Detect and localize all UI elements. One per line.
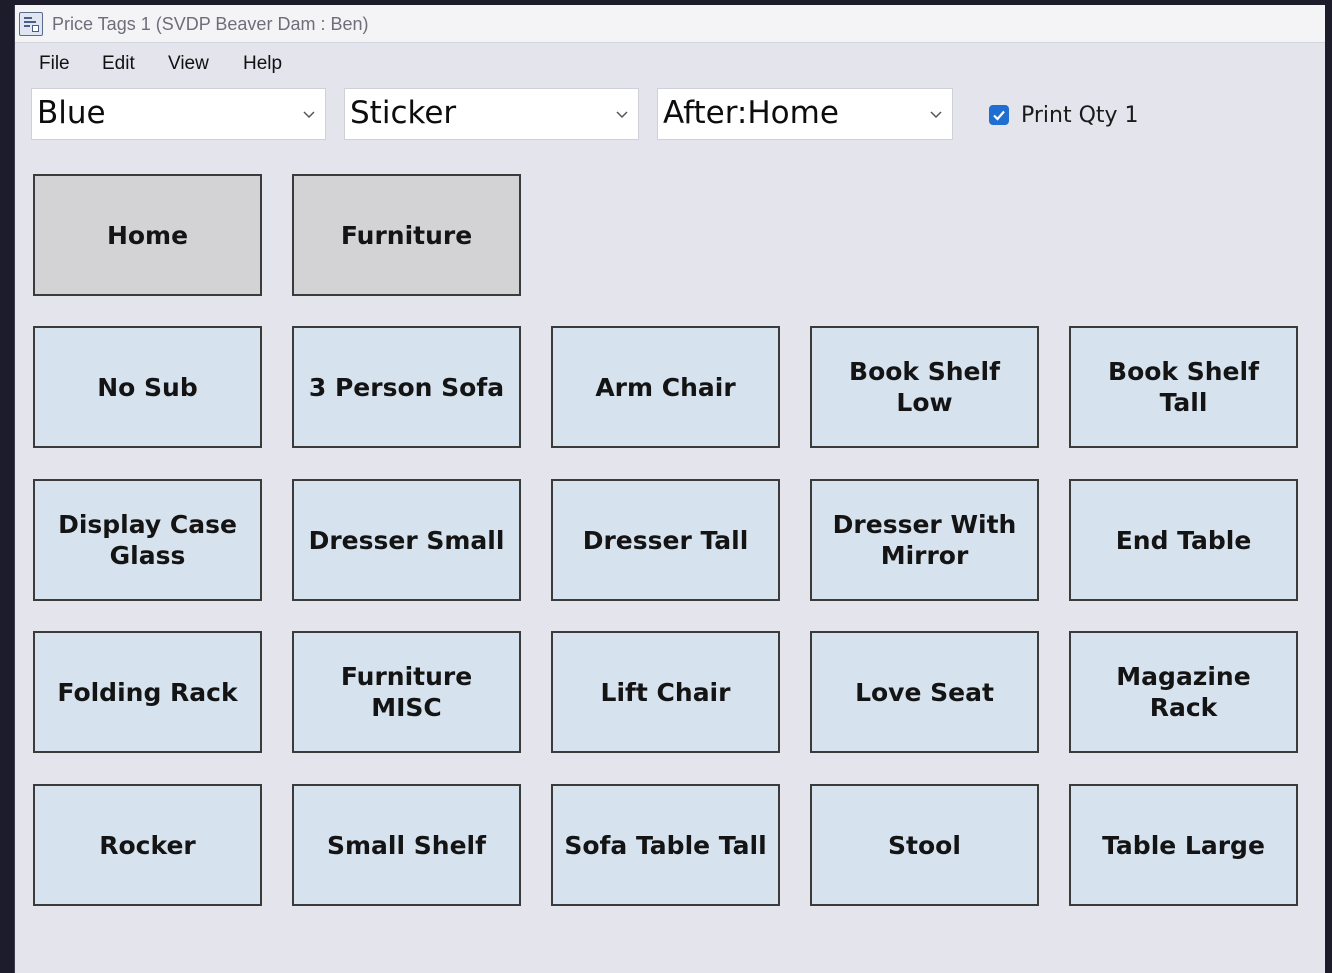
item-button[interactable]: Small Shelf [292, 784, 521, 906]
after-select-value: After:Home [663, 95, 839, 131]
item-button[interactable]: Rocker [33, 784, 262, 906]
item-button[interactable]: Sofa Table Tall [551, 784, 780, 906]
home-button[interactable]: Home [33, 174, 262, 296]
item-button[interactable]: 3 Person Sofa [292, 326, 521, 448]
item-button[interactable]: Dresser Tall [551, 479, 780, 601]
item-button[interactable]: Stool [810, 784, 1039, 906]
checkmark-icon [993, 110, 1005, 121]
app-icon [19, 12, 43, 36]
item-button[interactable]: Love Seat [810, 631, 1039, 753]
tag-type-select-value: Sticker [350, 95, 457, 131]
menu-view[interactable]: View [168, 53, 209, 75]
chevron-down-icon [616, 111, 628, 119]
chevron-down-icon [930, 111, 942, 119]
item-button[interactable]: No Sub [33, 326, 262, 448]
furniture-button[interactable]: Furniture [292, 174, 521, 296]
item-button[interactable]: Display Case Glass [33, 479, 262, 601]
menu-edit[interactable]: Edit [102, 53, 135, 75]
tag-type-select[interactable]: Sticker [344, 88, 639, 140]
item-button[interactable]: Table Large [1069, 784, 1298, 906]
item-button[interactable]: Lift Chair [551, 631, 780, 753]
menu-help[interactable]: Help [243, 53, 282, 75]
chevron-down-icon [303, 111, 315, 119]
item-button[interactable]: Dresser With Mirror [810, 479, 1039, 601]
title-bar: Price Tags 1 (SVDP Beaver Dam : Ben) [15, 5, 1325, 43]
color-select[interactable]: Blue [31, 88, 326, 140]
item-button[interactable]: Book Shelf Low [810, 326, 1039, 448]
menu-file[interactable]: File [39, 53, 70, 75]
item-button[interactable]: Furniture MISC [292, 631, 521, 753]
color-select-value: Blue [37, 95, 106, 131]
item-button[interactable]: Book Shelf Tall [1069, 326, 1298, 448]
after-select[interactable]: After:Home [657, 88, 953, 140]
item-button[interactable]: Dresser Small [292, 479, 521, 601]
print-qty-label: Print Qty 1 [1021, 103, 1139, 128]
window-title: Price Tags 1 (SVDP Beaver Dam : Ben) [52, 14, 369, 34]
app-window: Price Tags 1 (SVDP Beaver Dam : Ben) Fil… [14, 5, 1325, 973]
item-button[interactable]: End Table [1069, 479, 1298, 601]
item-button[interactable]: Arm Chair [551, 326, 780, 448]
item-button[interactable]: Magazine Rack [1069, 631, 1298, 753]
print-qty-checkbox[interactable] [989, 105, 1009, 125]
item-button[interactable]: Folding Rack [33, 631, 262, 753]
menu-bar: File Edit View Help [15, 49, 1325, 79]
